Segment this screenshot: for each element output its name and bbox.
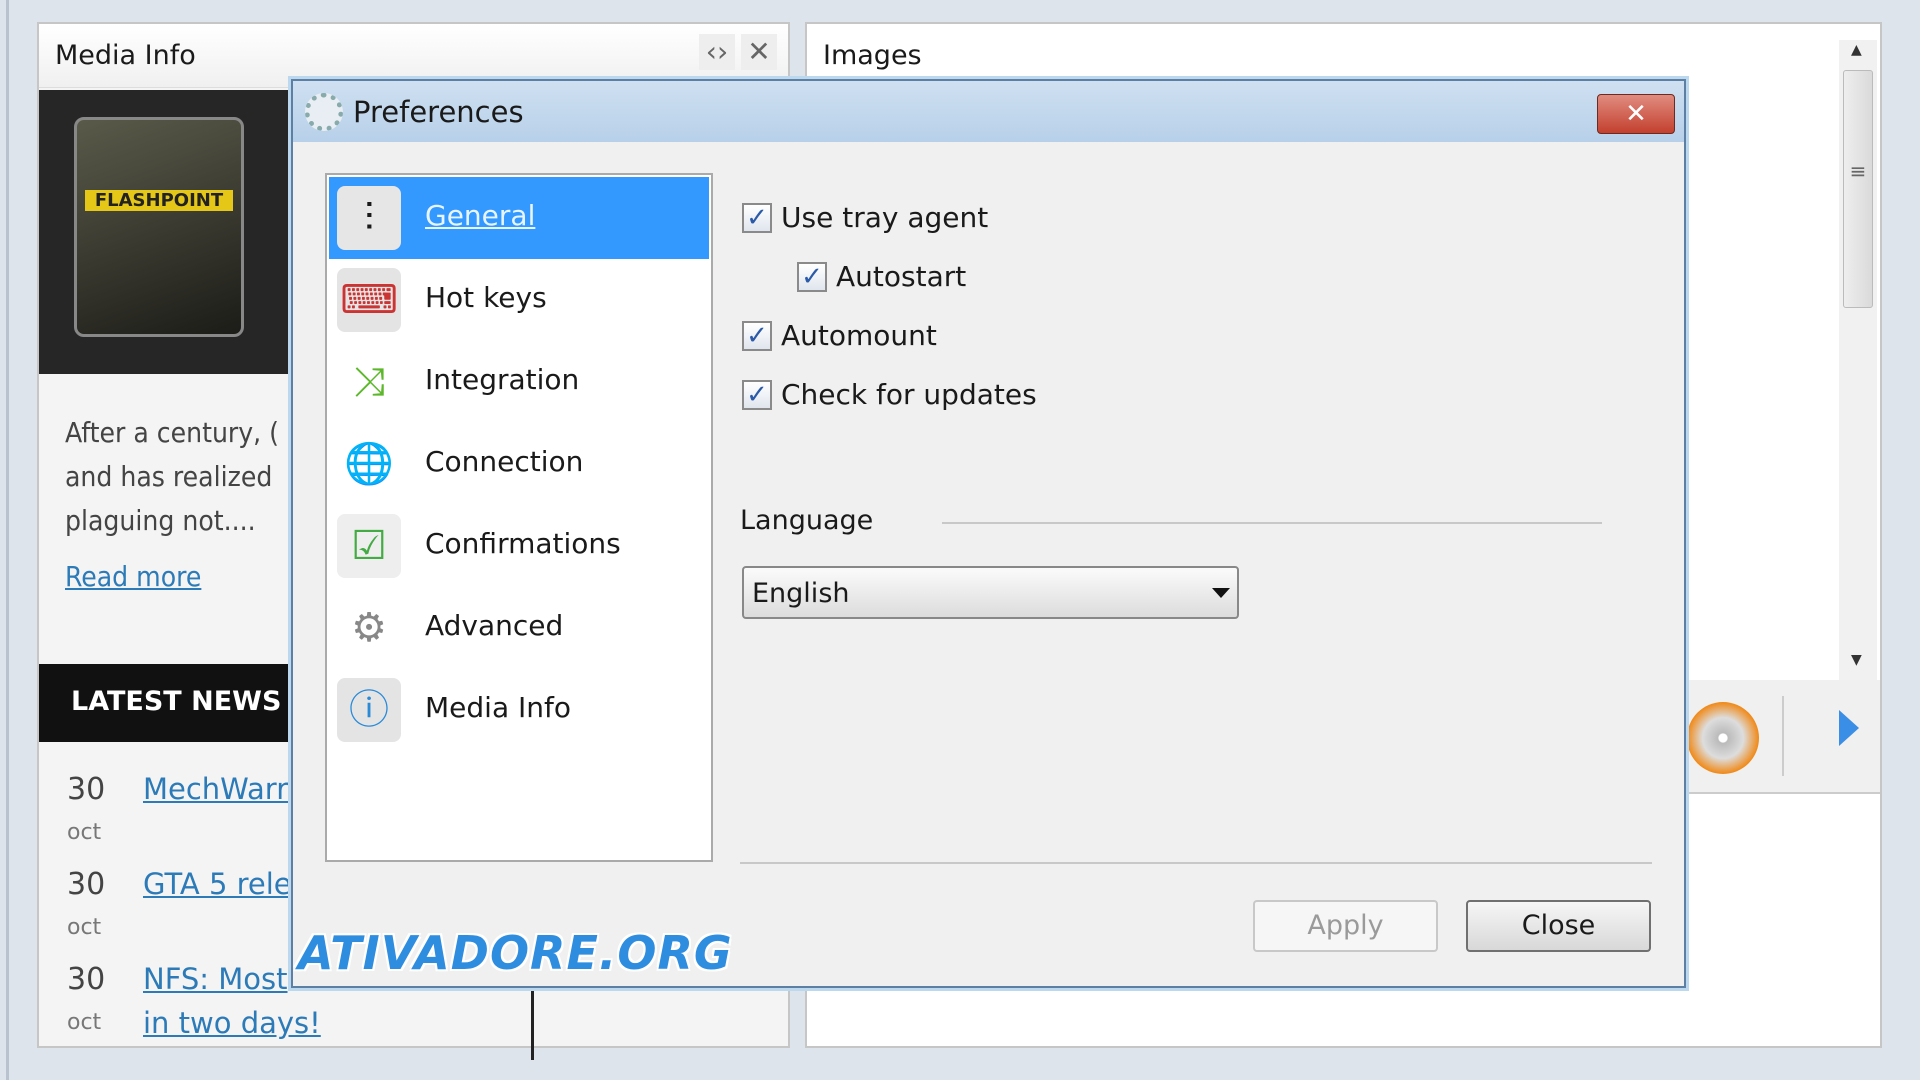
option-label: Use tray agent <box>781 201 989 234</box>
next-arrow-icon[interactable] <box>1839 710 1859 746</box>
category-hot-keys[interactable]: ⌨ Hot keys <box>329 259 709 341</box>
category-integration[interactable]: ⤨ Integration <box>329 341 709 423</box>
news-day: 30 <box>67 962 106 997</box>
category-media-info[interactable]: ⓘ Media Info <box>329 669 709 751</box>
panel-title: Media Info <box>55 40 196 71</box>
media-info-icon: ⓘ <box>337 678 401 742</box>
checklist-icon: ☑ <box>337 514 401 578</box>
chevron-down-icon <box>1212 588 1230 598</box>
watermark: ATIVADORE.ORG <box>298 926 733 980</box>
category-list: ⫶ General ⌨ Hot keys ⤨ Integration 🌐 Con… <box>325 173 713 862</box>
description-line: plaguing not.... <box>65 504 256 537</box>
divider <box>531 980 534 1060</box>
autostart-checkbox[interactable]: ✓ <box>797 262 827 292</box>
news-link-continued[interactable]: in two days! <box>143 1006 321 1040</box>
automount-checkbox[interactable]: ✓ <box>742 321 772 351</box>
description-line: and has realized <box>65 460 273 493</box>
news-link[interactable]: NFS: Most <box>143 962 288 996</box>
language-value: English <box>752 578 850 609</box>
category-label: Integration <box>425 363 580 396</box>
preferences-gear-icon <box>305 93 343 131</box>
integration-arrows-icon: ⤨ <box>353 359 385 405</box>
language-label: Language <box>740 505 874 536</box>
check-for-updates-checkbox[interactable]: ✓ <box>742 380 772 410</box>
dialog-titlebar[interactable]: Preferences ✕ <box>293 81 1684 142</box>
option-label: Automount <box>781 319 937 352</box>
category-connection[interactable]: 🌐 Connection <box>329 423 709 505</box>
category-advanced[interactable]: ⚙ Advanced <box>329 587 709 669</box>
category-general[interactable]: ⫶ General <box>329 177 709 259</box>
category-confirmations[interactable]: ☑ Confirmations <box>329 505 709 587</box>
close-button[interactable]: Close <box>1466 900 1651 952</box>
news-link[interactable]: MechWarri <box>143 772 296 806</box>
burn-disc-icon[interactable] <box>1687 702 1759 774</box>
category-label: Connection <box>425 445 584 478</box>
window-border <box>6 0 9 1080</box>
category-label: Media Info <box>425 691 571 724</box>
float-panel-icon[interactable]: ‹› <box>699 34 735 70</box>
scrollbar[interactable]: ▲ ≡ ▼ <box>1839 40 1877 680</box>
general-sliders-icon: ⫶ <box>337 186 401 250</box>
close-panel-icon[interactable]: ✕ <box>741 34 777 70</box>
gears-icon: ⚙ <box>351 605 387 651</box>
keyboard-icon: ⌨ <box>337 268 401 332</box>
dialog-title: Preferences <box>353 95 524 129</box>
game-cover-image: FLASHPOINT <box>74 117 244 337</box>
dialog-close-button[interactable]: ✕ <box>1597 94 1675 134</box>
separator <box>740 862 1652 864</box>
group-line <box>942 522 1602 524</box>
category-label: Advanced <box>425 609 564 642</box>
latest-news-title: LATEST NEWS <box>71 686 282 717</box>
news-link[interactable]: GTA 5 rele <box>143 867 292 901</box>
description-line: After a century, ( <box>65 416 279 449</box>
news-day: 30 <box>67 772 106 807</box>
option-label: Autostart <box>836 260 967 293</box>
apply-button[interactable]: Apply <box>1253 900 1438 952</box>
preferences-dialog: Preferences ✕ ⫶ General ⌨ Hot keys ⤨ Int… <box>291 79 1686 988</box>
news-month: oct <box>67 820 102 845</box>
option-label: Check for updates <box>781 378 1037 411</box>
category-label: Confirmations <box>425 527 621 560</box>
scroll-thumb[interactable]: ≡ <box>1843 70 1873 308</box>
news-month: oct <box>67 915 102 940</box>
globe-network-icon: 🌐 <box>344 441 394 487</box>
scroll-up-icon[interactable]: ▲ <box>1851 42 1862 58</box>
category-label: Hot keys <box>425 281 547 314</box>
cover-logo: FLASHPOINT <box>85 190 233 211</box>
use-tray-agent-checkbox[interactable]: ✓ <box>742 203 772 233</box>
panel-title: Images <box>823 40 922 71</box>
language-select[interactable]: English <box>742 566 1239 619</box>
category-label: General <box>425 199 536 232</box>
news-month: oct <box>67 1010 102 1035</box>
scroll-down-icon[interactable]: ▼ <box>1851 652 1862 668</box>
toolbar-separator <box>1782 696 1784 776</box>
read-more-link[interactable]: Read more <box>65 560 201 593</box>
news-day: 30 <box>67 867 106 902</box>
